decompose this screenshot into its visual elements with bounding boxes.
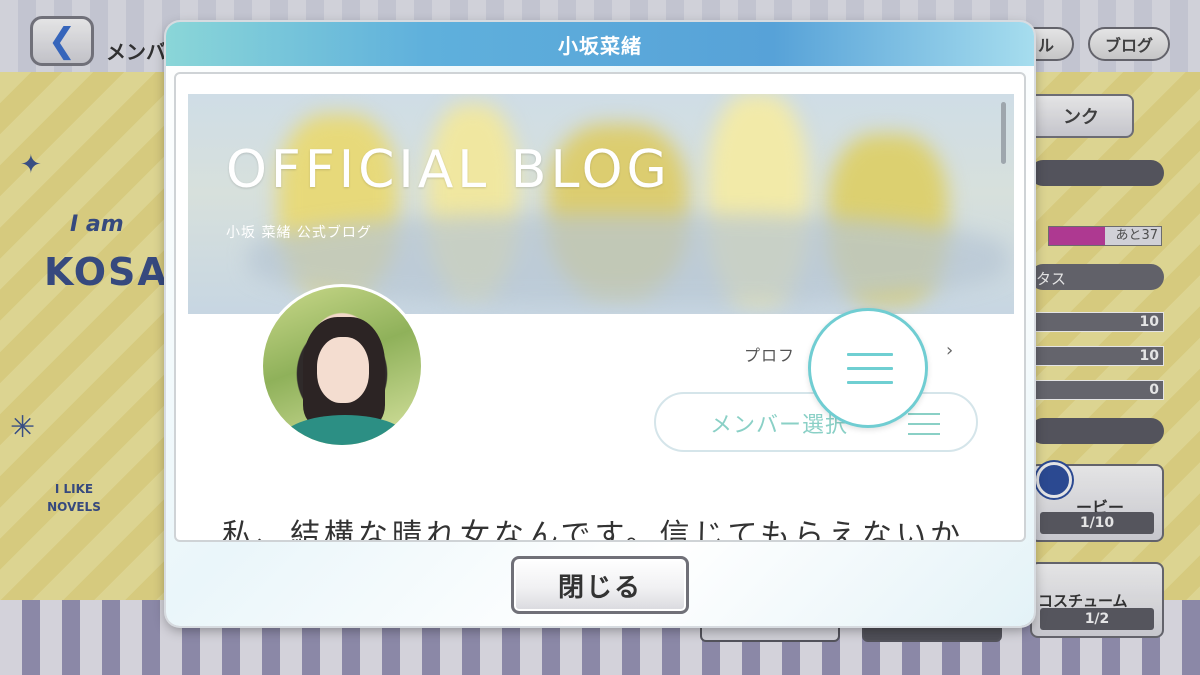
webview-scrollbar[interactable] xyxy=(1001,102,1006,164)
member-select-button[interactable]: メンバー選択 xyxy=(654,392,978,452)
blog-hero-banner: OFFICIAL BLOG 小坂 菜緒 公式ブログ xyxy=(188,94,1014,314)
hamburger-menu-icon xyxy=(847,353,893,395)
hamburger-menu-button[interactable] xyxy=(808,308,928,428)
chevron-right-icon: › xyxy=(946,340,954,361)
blog-hero-subtitle: 小坂 菜緒 公式ブログ xyxy=(226,225,372,241)
blog-hero-title: OFFICIAL BLOG xyxy=(226,140,671,200)
blog-body-text: 私、結構な晴れ女なんです。信じてもらえないか xyxy=(222,518,964,542)
blog-modal: 小坂菜緒 OFFICIAL BLOG 小坂 菜緒 公式ブログ プロフ › メンバ… xyxy=(166,22,1034,626)
blog-webview[interactable]: OFFICIAL BLOG 小坂 菜緒 公式ブログ プロフ › メンバー選択 私… xyxy=(188,94,1014,542)
close-button[interactable]: 閉じる xyxy=(511,556,689,614)
modal-title: 小坂菜緒 xyxy=(166,22,1034,66)
list-icon xyxy=(908,413,940,435)
blog-content-frame: OFFICIAL BLOG 小坂 菜緒 公式ブログ プロフ › メンバー選択 私… xyxy=(174,72,1026,542)
profile-link[interactable]: プロフ xyxy=(744,342,795,366)
member-avatar xyxy=(260,284,424,448)
